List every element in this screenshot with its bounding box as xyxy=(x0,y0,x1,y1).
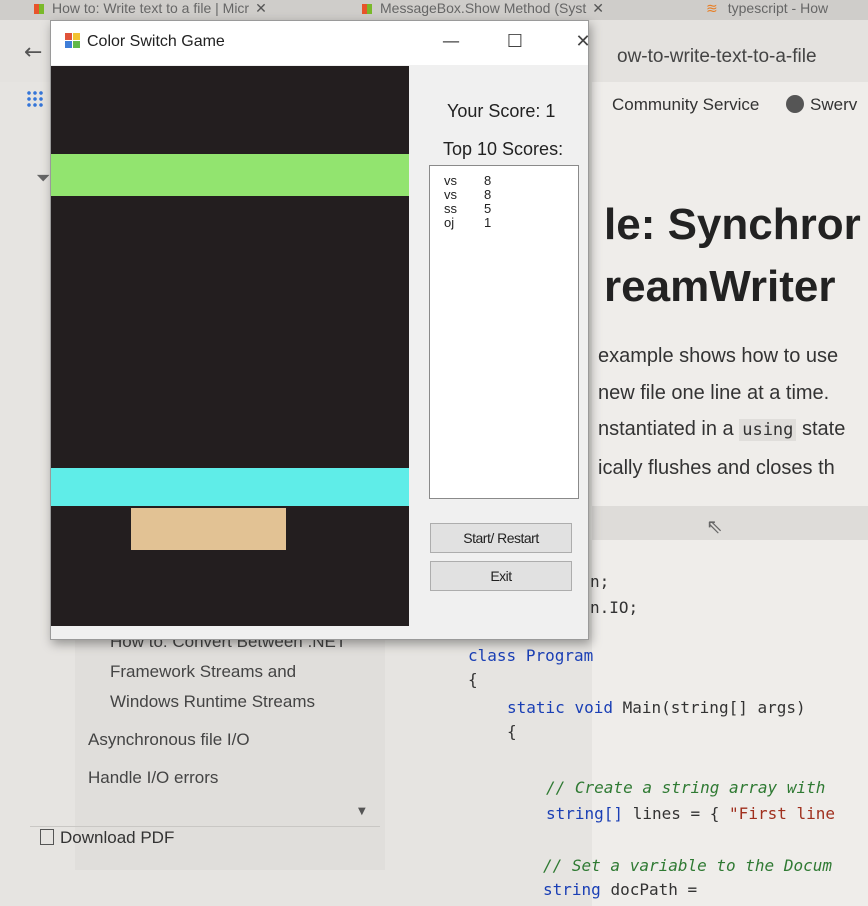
score-value: 1 xyxy=(484,215,492,230)
tab-close-icon[interactable]: ✕ xyxy=(592,0,604,16)
back-arrow-icon[interactable]: ← xyxy=(24,40,42,65)
article-paragraph-line4: ically flushes and closes th xyxy=(598,457,835,479)
stackoverflow-icon: ≋ xyxy=(706,0,718,16)
pdf-icon xyxy=(40,829,54,845)
code-comment: // Set a variable to the Docum xyxy=(543,856,832,875)
maximize-button[interactable]: ☐ xyxy=(495,29,535,55)
nav-link-label: Swerv xyxy=(810,95,858,114)
article-paragraph-line1: example shows how to use xyxy=(598,345,839,367)
tab-typescript[interactable]: ≋ typescript - How xyxy=(706,0,868,20)
microsoft-logo-icon xyxy=(362,4,372,14)
close-button[interactable]: ✕ xyxy=(563,29,603,55)
exit-button[interactable]: Exit xyxy=(430,561,572,591)
toc-item-convert-streams-3[interactable]: Windows Runtime Streams xyxy=(110,692,315,712)
score-value: 5 xyxy=(484,201,492,216)
start-restart-button[interactable]: Start/ Restart xyxy=(430,523,572,553)
download-pdf-link[interactable]: Download PDF xyxy=(40,828,174,848)
inline-code-using: using xyxy=(739,419,797,441)
score-player-name: vs xyxy=(444,187,457,202)
code-identifier: docPath = xyxy=(610,880,698,899)
article-heading-line1: le: Synchror xyxy=(604,200,861,249)
top-scores-list[interactable]: vs 8 vs 8 ss 5 oj 1 xyxy=(429,165,579,499)
code-line: static void Main(string[] args) xyxy=(507,698,806,717)
game-canvas[interactable] xyxy=(51,66,409,626)
tab-write-text-to-file[interactable]: How to: Write text to a file | Micr ✕ xyxy=(34,0,334,20)
code-keyword: class xyxy=(468,646,517,665)
tab-label: MessageBox.Show Method (Syst xyxy=(380,0,587,16)
current-score: Your Score: 1 xyxy=(447,101,556,121)
mouse-cursor-icon: ⇖ xyxy=(706,514,723,538)
score-player-name: ss xyxy=(444,201,457,216)
code-line: string[] lines = { "First line xyxy=(546,804,835,823)
code-block-header xyxy=(592,506,868,540)
app-icon xyxy=(65,33,81,49)
apps-grid-icon[interactable] xyxy=(26,90,44,108)
code-identifier: Main(string[] args) xyxy=(622,698,806,717)
score-row: vs 8 xyxy=(430,174,578,188)
minimize-button[interactable]: — xyxy=(431,29,471,55)
window-title-bar[interactable]: Color Switch Game — ☐ ✕ xyxy=(51,21,591,65)
code-line: { xyxy=(468,670,478,689)
microsoft-logo-icon xyxy=(34,4,44,14)
code-string: "First line xyxy=(729,804,836,823)
browser-tab-strip: How to: Write text to a file | Micr ✕ Mes… xyxy=(0,0,868,20)
score-row: ss 5 xyxy=(430,202,578,216)
cyan-color-bar xyxy=(51,468,409,506)
code-identifier: Program xyxy=(525,646,594,665)
code-line: { xyxy=(507,722,517,741)
code-comment: // Create a string array with xyxy=(546,778,826,797)
tab-messagebox-show[interactable]: MessageBox.Show Method (Syst ✕ xyxy=(362,0,682,20)
code-line: n; xyxy=(590,572,610,591)
code-keyword: void xyxy=(574,698,613,717)
green-color-bar xyxy=(51,154,409,196)
code-line: // Create a string array with xyxy=(546,778,825,797)
score-player-name: vs xyxy=(444,173,457,188)
article-heading-line2: reamWriter xyxy=(604,262,836,311)
toc-item-convert-streams-2[interactable]: Framework Streams and xyxy=(110,662,296,682)
code-keyword: string[] xyxy=(546,804,624,823)
code-line: n.IO; xyxy=(590,598,639,617)
divider xyxy=(30,826,380,827)
code-identifier: lines = { xyxy=(632,804,720,823)
score-value: 8 xyxy=(484,173,492,188)
download-pdf-label: Download PDF xyxy=(60,828,175,847)
tab-label: typescript - How xyxy=(727,0,829,16)
code-keyword: string xyxy=(543,880,601,899)
address-bar-url[interactable]: ow-to-write-text-to-a-file xyxy=(617,46,817,68)
paragraph-text: nstantiated in a xyxy=(598,418,734,440)
paragraph-text: state xyxy=(801,418,846,440)
score-row: vs 8 xyxy=(430,188,578,202)
score-row: oj 1 xyxy=(430,216,578,230)
code-line: string docPath = xyxy=(543,880,697,899)
score-value: 8 xyxy=(484,187,492,202)
top-scores-label: Top 10 Scores: xyxy=(443,139,564,159)
score-player-name: oj xyxy=(444,215,455,230)
color-switch-game-window: Color Switch Game — ☐ ✕ Your Score: 1 To… xyxy=(50,20,591,640)
tab-close-icon[interactable]: ✕ xyxy=(255,0,267,16)
article-paragraph-line2: new file one line at a time. xyxy=(598,382,830,404)
nav-link-community-service[interactable]: Community Service xyxy=(612,95,759,115)
code-line: // Set a variable to the Docum xyxy=(543,856,832,875)
code-keyword: static xyxy=(507,698,565,717)
window-title: Color Switch Game xyxy=(87,33,225,50)
globe-icon xyxy=(786,95,804,113)
tab-label: How to: Write text to a file | Micr xyxy=(52,0,250,16)
toc-item-async-file-io[interactable]: Asynchronous file I/O xyxy=(88,730,250,750)
code-line: class Program xyxy=(468,646,593,665)
nav-link-swerv[interactable]: Swerv xyxy=(786,95,857,115)
scroll-down-arrow-icon[interactable]: ▼ xyxy=(358,806,366,817)
article-paragraph-line3: nstantiated in a using state xyxy=(598,418,845,441)
filter-icon[interactable]: ⏷ xyxy=(36,168,50,189)
player-block xyxy=(131,508,286,550)
toc-item-handle-io-errors[interactable]: Handle I/O errors xyxy=(88,768,218,788)
